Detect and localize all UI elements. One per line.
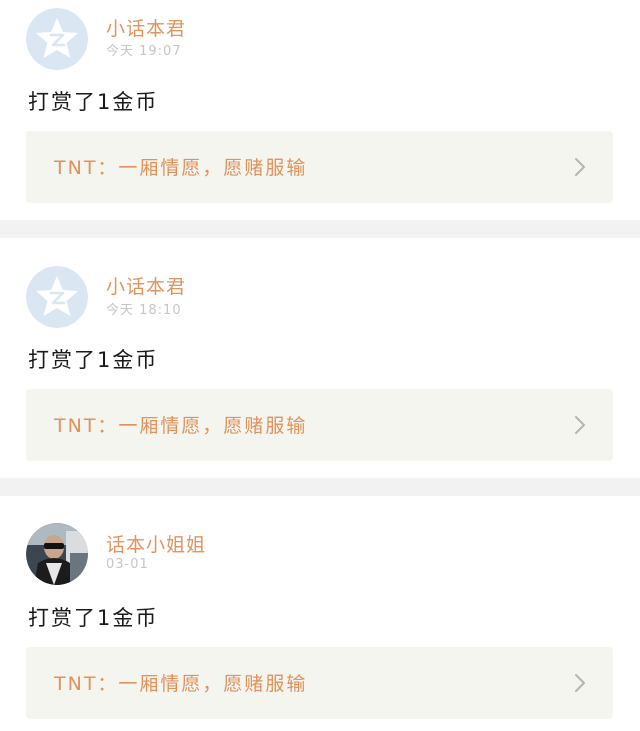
item-separator (0, 478, 640, 496)
avatar[interactable] (26, 266, 88, 328)
chevron-right-icon (575, 158, 585, 176)
avatar[interactable] (26, 8, 88, 70)
chevron-right-icon (575, 416, 585, 434)
timestamp: 03-01 (106, 557, 149, 572)
linked-story-card[interactable]: TNT：一厢情愿，愿赌服输 (26, 647, 613, 719)
linked-story-title: TNT：一厢情愿，愿赌服输 (54, 415, 308, 437)
chevron-right-icon (575, 674, 585, 692)
timestamp: 今天 19:07 (106, 44, 182, 59)
timestamp: 今天 18:10 (106, 303, 182, 318)
linked-story-card[interactable]: TNT：一厢情愿，愿赌服输 (26, 131, 613, 203)
feed-item: 话本小姐姐 03-01 打赏了1金币 TNT：一厢情愿，愿赌服输 (0, 496, 640, 731)
linked-story-card[interactable]: TNT：一厢情愿，愿赌服输 (26, 389, 613, 461)
feed-item: 小话本君 今天 19:07 打赏了1金币 TNT：一厢情愿，愿赌服输 (0, 0, 640, 220)
feed-item: 小话本君 今天 18:10 打赏了1金币 TNT：一厢情愿，愿赌服输 (0, 238, 640, 478)
user-photo-avatar (26, 523, 88, 585)
reward-text: 打赏了1金币 (28, 348, 159, 372)
username[interactable]: 小话本君 (106, 14, 186, 41)
item-separator (0, 220, 640, 238)
linked-story-title: TNT：一厢情愿，愿赌服输 (54, 157, 308, 179)
reward-text: 打赏了1金币 (28, 606, 159, 630)
linked-story-title: TNT：一厢情愿，愿赌服输 (54, 673, 308, 695)
qzone-default-star-icon (26, 266, 88, 328)
qzone-default-star-icon (26, 8, 88, 70)
reward-text: 打赏了1金币 (28, 90, 159, 114)
reward-feed: 小话本君 今天 19:07 打赏了1金币 TNT：一厢情愿，愿赌服输 小话本君 … (0, 0, 640, 731)
username[interactable]: 话本小姐姐 (106, 530, 206, 557)
avatar[interactable] (26, 523, 88, 585)
username[interactable]: 小话本君 (106, 272, 186, 299)
